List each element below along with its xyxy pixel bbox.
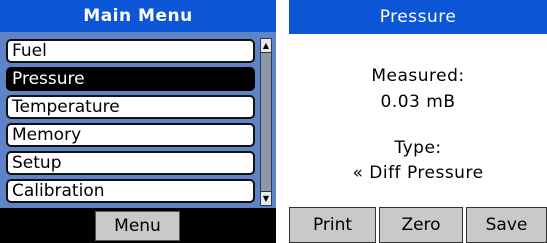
main-menu-softkey-bar: Menu bbox=[0, 208, 276, 243]
menu-item-fuel[interactable]: Fuel bbox=[6, 39, 255, 63]
type-label: Type: bbox=[394, 138, 442, 158]
menu-item-setup[interactable]: Setup bbox=[6, 151, 255, 175]
save-softkey-button[interactable]: Save bbox=[466, 207, 547, 243]
main-menu-title: Main Menu bbox=[0, 0, 276, 32]
scroll-up-arrow-icon[interactable]: ▲ bbox=[261, 39, 271, 53]
menu-item-memory[interactable]: Memory bbox=[6, 123, 255, 147]
menu-list: Fuel Pressure Temperature Memory Setup C… bbox=[0, 32, 276, 208]
pressure-screen: Pressure Measured: 0.03 mB Type: « Diff … bbox=[289, 0, 547, 243]
measured-value: 0.03 mB bbox=[380, 92, 456, 112]
scroll-down-arrow-icon[interactable]: ▼ bbox=[261, 191, 271, 205]
pressure-title: Pressure bbox=[289, 0, 547, 34]
menu-item-pressure[interactable]: Pressure bbox=[6, 67, 255, 91]
zero-softkey-button[interactable]: Zero bbox=[379, 207, 463, 243]
menu-softkey-button[interactable]: Menu bbox=[95, 211, 180, 241]
type-value[interactable]: « Diff Pressure bbox=[289, 163, 547, 183]
menu-scrollbar[interactable]: ▲ ▼ bbox=[260, 38, 272, 206]
menu-item-calibration[interactable]: Calibration bbox=[6, 179, 255, 203]
print-softkey-button[interactable]: Print bbox=[289, 207, 376, 243]
main-menu-screen: Main Menu Fuel Pressure Temperature Memo… bbox=[0, 0, 276, 243]
measured-label: Measured: bbox=[371, 66, 465, 86]
menu-item-temperature[interactable]: Temperature bbox=[6, 95, 255, 119]
